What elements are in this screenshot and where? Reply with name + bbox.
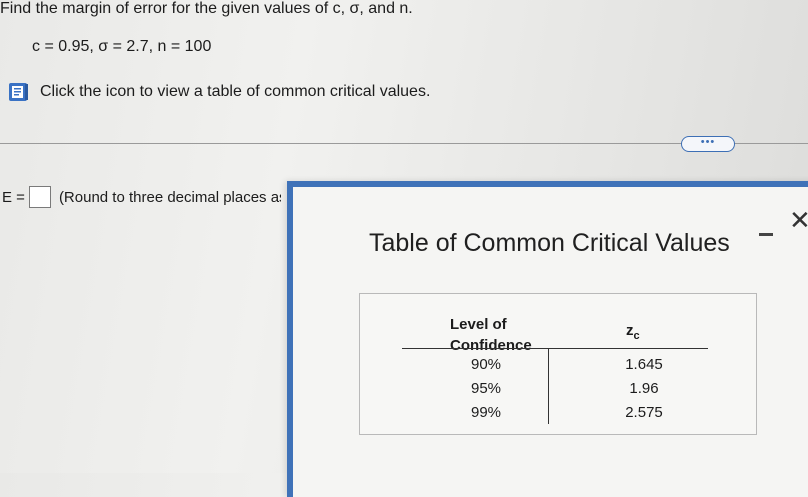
table-cell: 1.96 [629,380,659,397]
answer-label: E = [2,188,25,206]
table-cell: 90% [470,356,502,373]
table-cell: 2.575 [625,404,663,421]
critical-values-dialog: Table of Common Critical Values ✕ Level … [287,181,808,497]
question-prompt: Find the margin of error for the given v… [0,0,413,17]
answer-row: E = (Round to three decimal places as ne… [2,186,281,208]
book-icon[interactable] [8,82,30,102]
table-header-rule [402,348,708,349]
close-icon[interactable]: ✕ [789,207,808,233]
more-button[interactable]: ••• [681,136,735,152]
answer-input[interactable] [28,186,51,208]
table-cell: 1.645 [625,356,663,373]
critical-values-table: Level of Confidence zc 90% 1.645 95% 1.9… [359,293,757,435]
header-level-of-confidence: Level of Confidence [450,316,532,354]
dialog-title: Table of Common Critical Values [369,229,730,257]
table-column-rule [548,348,549,424]
minimize-icon[interactable] [759,233,773,236]
answer-instruction: (Round to three decimal places as needed… [58,188,281,206]
table-cell: 99% [470,404,502,421]
question-params: c = 0.95, σ = 2.7, n = 100 [32,38,212,55]
table-cell: 95% [470,380,502,397]
header-zc: zc [626,322,640,342]
hint-row: Click the icon to view a table of common… [8,82,430,102]
hint-text: Click the icon to view a table of common… [40,83,431,100]
